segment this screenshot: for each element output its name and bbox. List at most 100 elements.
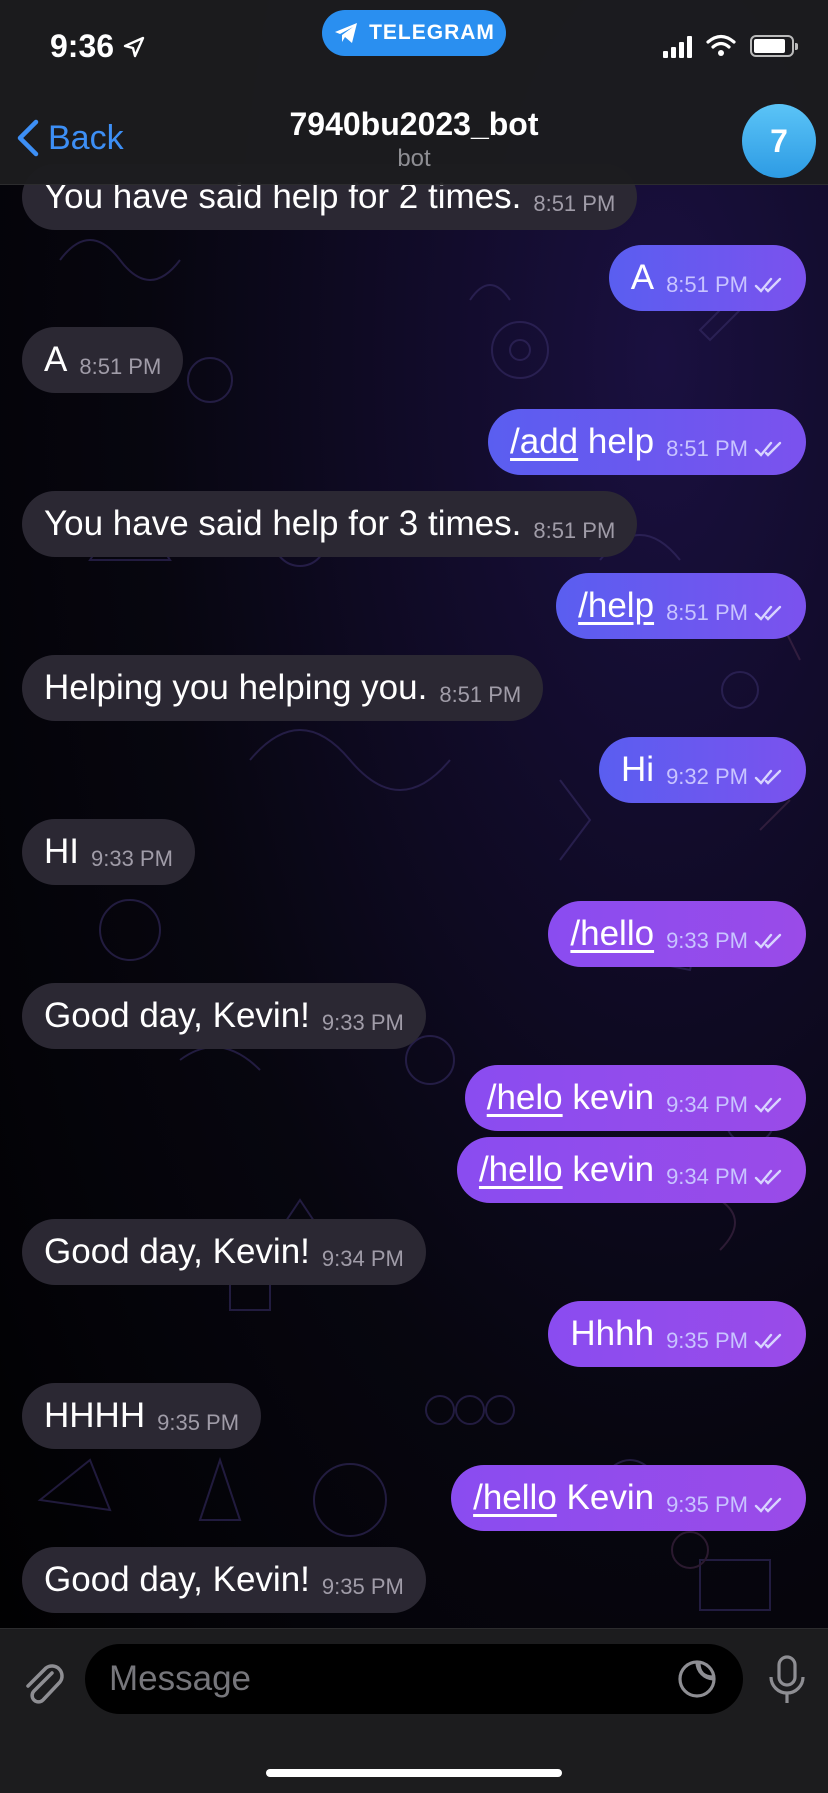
message-text: Helping you helping you.	[44, 668, 427, 708]
message-composer: Message	[0, 1628, 828, 1793]
message-text: /hello	[570, 914, 654, 954]
incoming-message[interactable]: A 8:51 PM	[22, 327, 184, 393]
message-time: 9:34 PM	[666, 1092, 748, 1117]
message-time: 9:35 PM	[666, 1328, 748, 1353]
message-time: 8:51 PM	[79, 354, 162, 379]
message-body: Hhhh	[570, 1314, 655, 1353]
status-indicators	[663, 34, 798, 58]
double-check-icon	[754, 769, 782, 785]
message-text: Hi	[621, 750, 654, 790]
bot-command-link[interactable]: /helo	[487, 1078, 563, 1117]
message-time: 9:33 PM	[91, 846, 173, 871]
incoming-message[interactable]: HI 9:33 PM	[22, 819, 195, 885]
double-check-icon	[754, 441, 782, 457]
message-text: Good day, Kevin!	[44, 1232, 310, 1272]
telegram-plane-icon	[335, 23, 358, 43]
message-text: /helo kevin	[487, 1078, 654, 1118]
bot-command-link[interactable]: /help	[578, 586, 654, 625]
message-body: Helping you helping you.	[44, 668, 428, 707]
message-text: Hhhh	[570, 1314, 654, 1354]
outgoing-message[interactable]: /hello 9:33 PM	[548, 901, 806, 967]
cellular-signal-icon	[663, 34, 692, 58]
message-body: You have said help for 3 times.	[44, 504, 522, 543]
back-label: Back	[48, 118, 124, 157]
double-check-icon	[754, 1169, 782, 1185]
bot-command-link[interactable]: /hello	[473, 1478, 557, 1517]
message-text: /hello kevin	[479, 1150, 654, 1190]
incoming-message[interactable]: Good day, Kevin! 9:34 PM	[22, 1219, 426, 1285]
sticker-icon[interactable]	[675, 1657, 719, 1701]
message-time: 9:32 PM	[666, 764, 748, 789]
message-body: A	[630, 258, 655, 297]
double-check-icon	[754, 933, 782, 949]
back-button[interactable]: Back	[14, 118, 124, 158]
message-text: Good day, Kevin!	[44, 996, 310, 1036]
outgoing-message[interactable]: /hello kevin 9:34 PM	[456, 1137, 806, 1203]
message-text: You have said help for 3 times.	[44, 504, 521, 544]
outgoing-message[interactable]: /hello Kevin 9:35 PM	[451, 1465, 806, 1531]
avatar-letter: 7	[770, 122, 788, 159]
status-time: 9:36	[50, 28, 146, 65]
message-text: /hello Kevin	[473, 1478, 654, 1518]
bot-command-link[interactable]: /hello	[570, 914, 654, 953]
message-text: A	[44, 340, 67, 380]
double-check-icon	[754, 277, 782, 293]
outgoing-message[interactable]: /add help 8:51 PM	[488, 409, 806, 475]
message-text: HHHH	[44, 1396, 145, 1436]
message-text: HI	[44, 832, 79, 872]
telegram-app-pill[interactable]: TELEGRAM	[322, 10, 506, 56]
message-time: 9:35 PM	[666, 1492, 748, 1517]
paperclip-icon[interactable]	[18, 1659, 68, 1709]
message-body: kevin	[562, 1078, 655, 1117]
message-placeholder: Message	[109, 1659, 252, 1698]
message-text: /add help	[510, 422, 654, 462]
message-time: 8:51 PM	[666, 436, 748, 461]
message-body: HI	[44, 832, 79, 871]
navigation-header: 9:36 TELEGRAM Back 7940bu2023_bot bot 7	[0, 0, 828, 185]
double-check-icon	[754, 1497, 782, 1513]
chevron-left-icon	[17, 119, 39, 157]
outgoing-message[interactable]: /help 8:51 PM	[556, 573, 806, 639]
incoming-message[interactable]: Good day, Kevin! 9:33 PM	[22, 983, 426, 1049]
message-time: 9:33 PM	[666, 928, 748, 953]
outgoing-message[interactable]: A 8:51 PM	[608, 245, 806, 311]
message-time: 8:51 PM	[533, 518, 616, 543]
wifi-icon	[706, 34, 736, 56]
message-text: Good day, Kevin!	[44, 1560, 310, 1600]
message-time: 8:51 PM	[666, 600, 748, 625]
chat-title-block[interactable]: 7940bu2023_bot bot	[0, 104, 828, 174]
home-indicator[interactable]	[266, 1769, 562, 1777]
chat-title: 7940bu2023_bot	[289, 106, 539, 142]
location-arrow-icon	[123, 36, 145, 57]
bot-command-link[interactable]: /hello	[479, 1150, 563, 1189]
message-body: Kevin	[556, 1478, 655, 1517]
message-body: Good day, Kevin!	[44, 1560, 310, 1599]
message-body: help	[578, 422, 655, 461]
message-time: 9:34 PM	[321, 1246, 404, 1271]
message-body: Good day, Kevin!	[44, 1232, 310, 1271]
message-body: Good day, Kevin!	[44, 996, 310, 1035]
incoming-message[interactable]: Helping you helping you. 8:51 PM	[22, 655, 544, 721]
outgoing-message[interactable]: /helo kevin 9:34 PM	[464, 1065, 806, 1131]
clock-text: 9:36	[50, 28, 115, 64]
message-time: 9:33 PM	[321, 1010, 404, 1035]
incoming-message[interactable]: You have said help for 3 times. 8:51 PM	[22, 491, 638, 557]
outgoing-message[interactable]: Hhhh 9:35 PM	[548, 1301, 806, 1367]
chat-subtitle: bot	[397, 145, 431, 172]
message-text: A	[631, 258, 654, 298]
message-text: /help	[578, 586, 654, 626]
bot-command-link[interactable]: /add	[510, 422, 578, 461]
battery-icon	[750, 35, 798, 57]
outgoing-message[interactable]: Hi 9:32 PM	[599, 737, 806, 803]
message-time: 8:51 PM	[666, 272, 748, 297]
microphone-icon[interactable]	[762, 1653, 812, 1707]
incoming-message[interactable]: HHHH 9:35 PM	[22, 1383, 262, 1449]
incoming-message[interactable]: Good day, Kevin! 9:35 PM	[22, 1547, 426, 1613]
message-time: 9:35 PM	[321, 1574, 404, 1599]
message-body: HHHH	[44, 1396, 146, 1435]
double-check-icon	[754, 605, 782, 621]
message-input[interactable]: Message	[85, 1644, 743, 1714]
bot-avatar[interactable]: 7	[742, 104, 816, 178]
message-time: 8:51 PM	[533, 191, 616, 216]
double-check-icon	[754, 1097, 782, 1113]
